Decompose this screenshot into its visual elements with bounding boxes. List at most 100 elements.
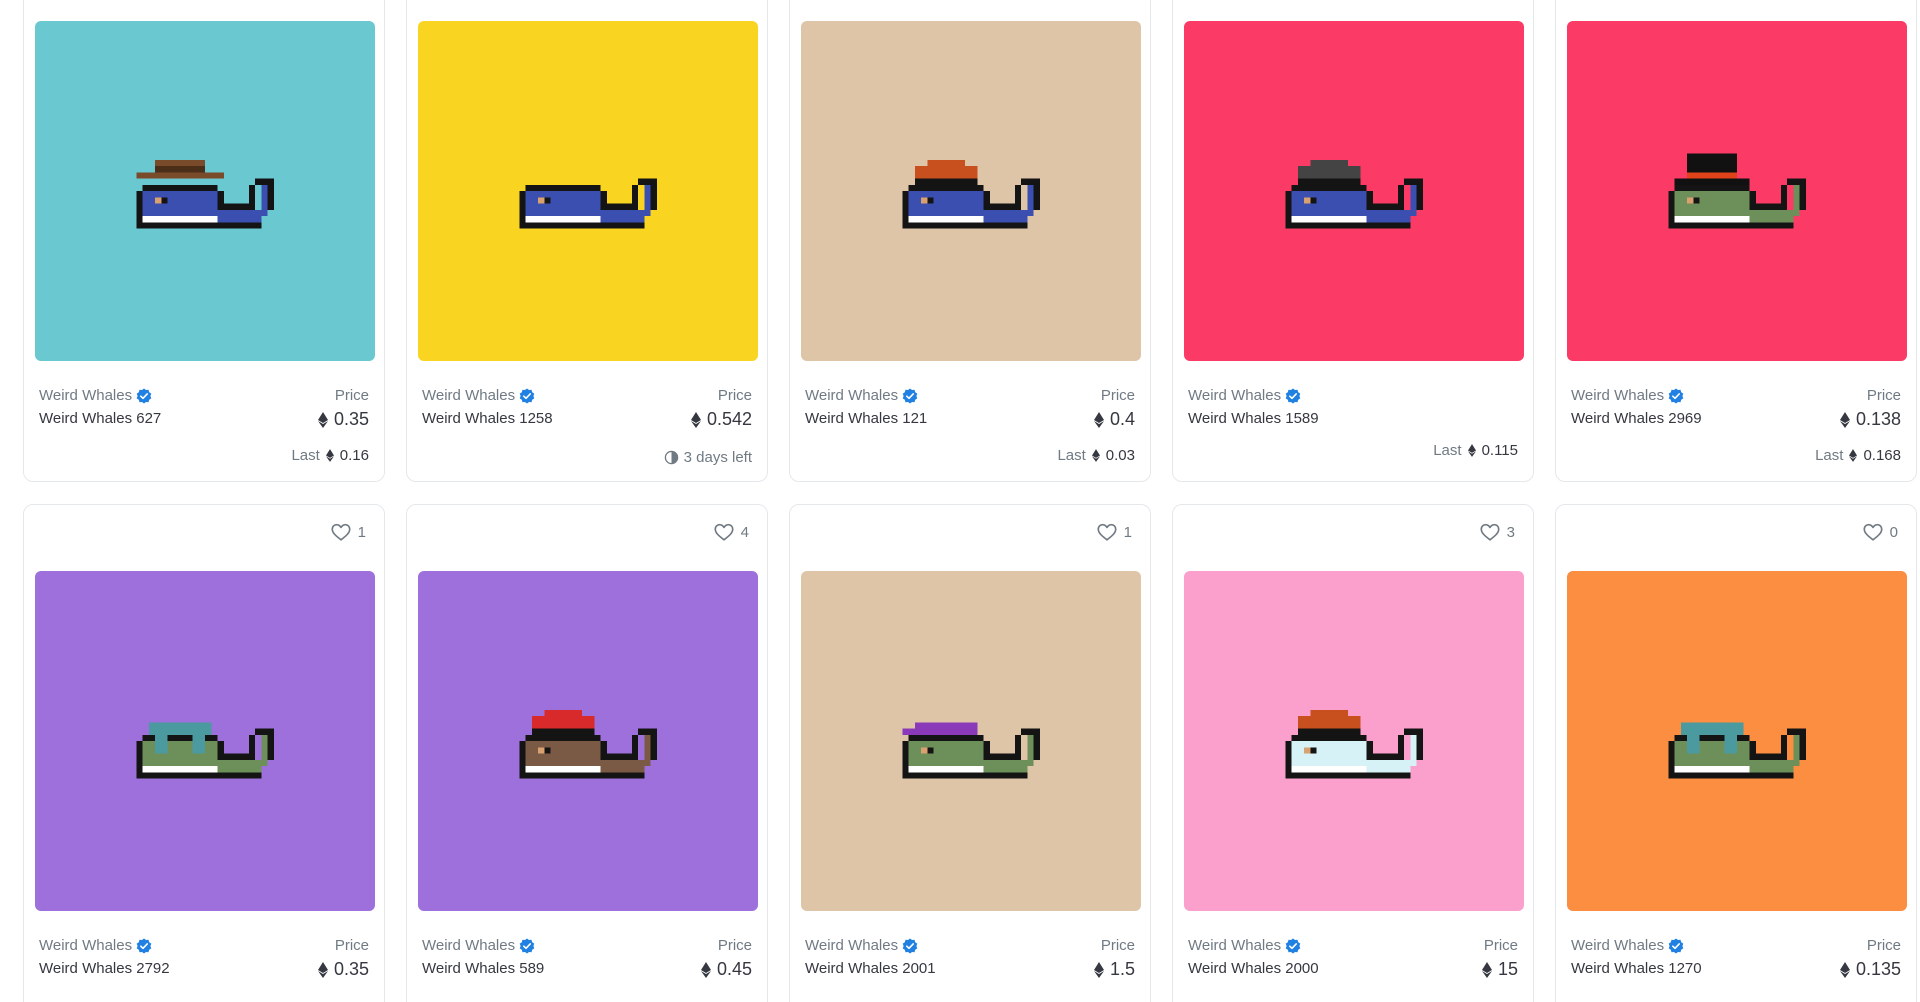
nft-image[interactable] <box>801 21 1141 361</box>
heart-icon <box>1480 523 1500 541</box>
whale-artwork <box>136 159 274 229</box>
like-button[interactable]: 0 <box>1862 521 1898 543</box>
price-label: Price <box>1483 937 1518 954</box>
eth-icon <box>700 961 711 978</box>
nft-name: Weird Whales 2969 <box>1571 410 1702 427</box>
eth-icon <box>1839 411 1850 428</box>
like-button[interactable]: 1 <box>1096 521 1132 543</box>
nft-name: Weird Whales 627 <box>39 410 162 427</box>
collection-name[interactable]: Weird Whales <box>1571 937 1684 954</box>
collection-name[interactable]: Weird Whales <box>1188 937 1301 954</box>
last-sale: Last 0.16 <box>291 447 369 464</box>
price-label: Price <box>1100 387 1135 404</box>
verified-badge-icon <box>902 388 918 403</box>
nft-card[interactable]: Weird Whales Weird Whales 1258 Price 0.5… <box>406 0 768 482</box>
whale-artwork <box>1285 159 1423 229</box>
verified-badge-icon <box>1668 938 1684 953</box>
nft-image[interactable] <box>1184 21 1524 361</box>
last-sale: Last 0.168 <box>1815 447 1901 464</box>
nft-name: Weird Whales 2000 <box>1188 960 1319 977</box>
whale-artwork <box>519 178 657 229</box>
price-value: 1.5 <box>1093 959 1135 980</box>
whale-artwork <box>902 159 1040 229</box>
price-label: Price <box>1866 937 1901 954</box>
nft-card[interactable]: 1 Weird Whales Weird Whales 2792 Price 0… <box>23 504 385 1002</box>
heart-icon <box>1863 523 1883 541</box>
heart-icon <box>331 523 351 541</box>
nft-image[interactable] <box>1567 21 1907 361</box>
price-label: Price <box>1100 937 1135 954</box>
nft-name: Weird Whales 589 <box>422 960 545 977</box>
whale-artwork <box>1668 722 1806 779</box>
verified-badge-icon <box>1285 938 1301 953</box>
eth-icon <box>1467 444 1476 457</box>
price-value: 15 <box>1481 959 1518 980</box>
like-count: 0 <box>1889 523 1898 541</box>
price-value: 0.135 <box>1839 959 1901 980</box>
price-value: 0.45 <box>700 959 752 980</box>
verified-badge-icon <box>136 388 152 403</box>
collection-name[interactable]: Weird Whales <box>1188 387 1301 404</box>
nft-name: Weird Whales 1589 <box>1188 410 1319 427</box>
nft-image[interactable] <box>801 571 1141 911</box>
collection-name[interactable]: Weird Whales <box>39 937 152 954</box>
collection-name[interactable]: Weird Whales <box>39 387 152 404</box>
last-sale: Last 0.03 <box>1057 447 1135 464</box>
nft-name: Weird Whales 2792 <box>39 960 170 977</box>
like-button[interactable]: 3 <box>1479 521 1515 543</box>
nft-card[interactable]: 0 Weird Whales Weird Whales 1270 Price 0… <box>1555 504 1917 1002</box>
nft-image[interactable] <box>35 571 375 911</box>
price-label: Price <box>334 937 369 954</box>
eth-icon <box>1093 961 1104 978</box>
nft-card[interactable]: 1 Weird Whales Weird Whales 2001 Price 1… <box>789 504 1151 1002</box>
nft-card[interactable]: Weird Whales Weird Whales 2969 Price 0.1… <box>1555 0 1917 482</box>
collection-name[interactable]: Weird Whales <box>805 387 918 404</box>
price-value: 0.4 <box>1093 409 1135 430</box>
nft-name: Weird Whales 121 <box>805 410 928 427</box>
like-count: 3 <box>1506 523 1515 541</box>
nft-card[interactable]: Weird Whales Weird Whales 121 Price 0.4 … <box>789 0 1151 482</box>
verified-badge-icon <box>1668 388 1684 403</box>
eth-icon <box>690 411 701 428</box>
eth-icon <box>1839 961 1850 978</box>
collection-name[interactable]: Weird Whales <box>422 937 535 954</box>
price-label: Price <box>717 937 752 954</box>
collection-name[interactable]: Weird Whales <box>805 937 918 954</box>
last-sale: Last 0.115 <box>1433 442 1518 459</box>
auction-timer: 3 days left <box>664 449 752 466</box>
like-button[interactable]: 4 <box>713 521 749 543</box>
whale-artwork <box>1668 153 1806 229</box>
verified-badge-icon <box>136 938 152 953</box>
heart-icon <box>714 523 734 541</box>
eth-icon <box>1849 449 1858 462</box>
whale-artwork <box>902 722 1040 779</box>
whale-artwork <box>1285 709 1423 779</box>
like-count: 1 <box>357 523 366 541</box>
like-button[interactable]: 1 <box>330 521 366 543</box>
price-label: Price <box>1866 387 1901 404</box>
collection-name[interactable]: Weird Whales <box>422 387 535 404</box>
like-count: 1 <box>1123 523 1132 541</box>
nft-card[interactable]: Weird Whales Weird Whales 627 Price 0.35… <box>23 0 385 482</box>
collection-name[interactable]: Weird Whales <box>1571 387 1684 404</box>
nft-card[interactable]: Weird Whales Weird Whales 1589 Last 0.115 <box>1172 0 1534 482</box>
nft-image[interactable] <box>418 21 758 361</box>
nft-card[interactable]: 4 Weird Whales Weird Whales 589 Price 0.… <box>406 504 768 1002</box>
clock-icon <box>664 450 678 465</box>
nft-image[interactable] <box>1567 571 1907 911</box>
nft-image[interactable] <box>1184 571 1524 911</box>
price-value: 0.542 <box>690 409 752 430</box>
heart-icon <box>1097 523 1117 541</box>
nft-image[interactable] <box>35 21 375 361</box>
nft-image[interactable] <box>418 571 758 911</box>
price-value: 0.35 <box>317 959 369 980</box>
nft-card[interactable]: 3 Weird Whales Weird Whales 2000 Price 1… <box>1172 504 1534 1002</box>
price-value: 0.35 <box>317 409 369 430</box>
verified-badge-icon <box>519 388 535 403</box>
price-value: 0.138 <box>1839 409 1901 430</box>
whale-artwork <box>136 722 274 779</box>
nft-name: Weird Whales 1270 <box>1571 960 1702 977</box>
eth-icon <box>1093 411 1104 428</box>
price-label: Price <box>717 387 752 404</box>
nft-name: Weird Whales 2001 <box>805 960 936 977</box>
